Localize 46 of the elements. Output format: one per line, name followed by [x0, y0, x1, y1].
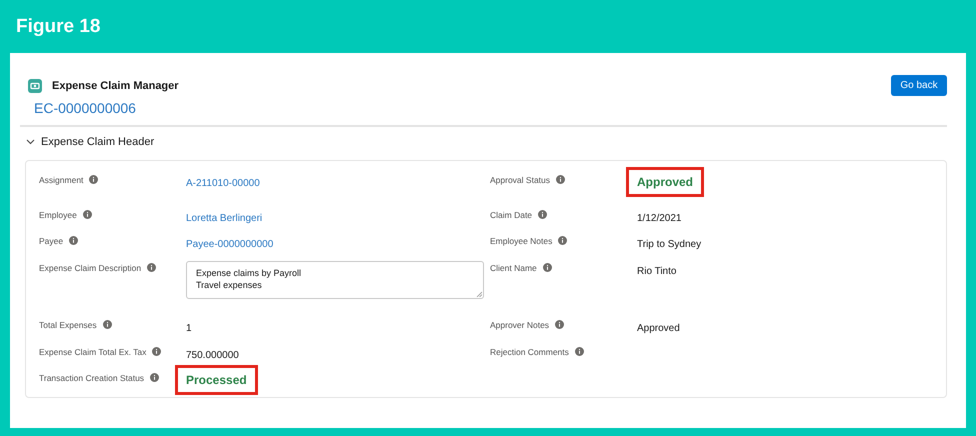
- info-icon: [69, 236, 78, 246]
- record-link[interactable]: Payee-0000000000: [186, 239, 274, 250]
- field-label: Transaction Creation Status: [39, 373, 144, 384]
- info-icon: [556, 175, 566, 184]
- info-icon: [82, 210, 92, 219]
- figure-title: Figure 18: [16, 16, 100, 38]
- info-icon: [102, 320, 112, 330]
- field-label: Expense Claim Total Ex. Tax: [39, 346, 146, 357]
- info-icon: [538, 210, 548, 219]
- status-value: Approved: [637, 175, 694, 189]
- record-link[interactable]: Loretta Berlingeri: [186, 212, 262, 224]
- field-value: Approved: [637, 323, 680, 334]
- info-icon: [542, 262, 552, 272]
- info-icon: [555, 320, 564, 330]
- field-label: Assignment: [39, 175, 84, 185]
- field-value: 1/12/2021: [637, 212, 682, 224]
- field-label: Client Name: [490, 262, 537, 273]
- field-label: Payee: [39, 236, 64, 246]
- info-icon: [152, 346, 162, 356]
- field-label: Rejection Comments: [490, 346, 569, 357]
- resize-grip-icon[interactable]: [476, 290, 482, 297]
- info-icon: [89, 175, 98, 184]
- info-icon: [150, 373, 160, 382]
- field-label: Total Expenses: [39, 320, 97, 330]
- go-back-button[interactable]: Go back: [891, 75, 947, 96]
- record-id: EC-0000000006: [33, 100, 137, 116]
- field-label: Expense Claim Description: [39, 262, 142, 273]
- section-title: Expense Claim Header: [41, 136, 154, 148]
- field-label: Employee: [39, 210, 77, 220]
- info-icon: [147, 262, 156, 272]
- field-value: 1: [186, 323, 192, 334]
- info-icon: [574, 346, 584, 356]
- info-icon: [558, 236, 568, 246]
- record-link[interactable]: A-211010-00000: [186, 178, 260, 189]
- description-textarea[interactable]: Expense claims by Payroll Travel expenses: [186, 260, 484, 299]
- field-label: Approver Notes: [490, 320, 550, 330]
- field-label: Approval Status: [490, 175, 550, 185]
- field-value: Rio Tinto: [637, 266, 676, 277]
- field-label: Employee Notes: [490, 236, 552, 246]
- status-value: Processed: [186, 373, 247, 388]
- chevron-icon[interactable]: [26, 137, 35, 146]
- app-title: Expense Claim Manager: [52, 80, 179, 92]
- field-value: 750.000000: [186, 350, 239, 361]
- field-value: Trip to Sydney: [637, 239, 702, 250]
- money-icon: [28, 79, 42, 93]
- field-label: Claim Date: [490, 210, 532, 220]
